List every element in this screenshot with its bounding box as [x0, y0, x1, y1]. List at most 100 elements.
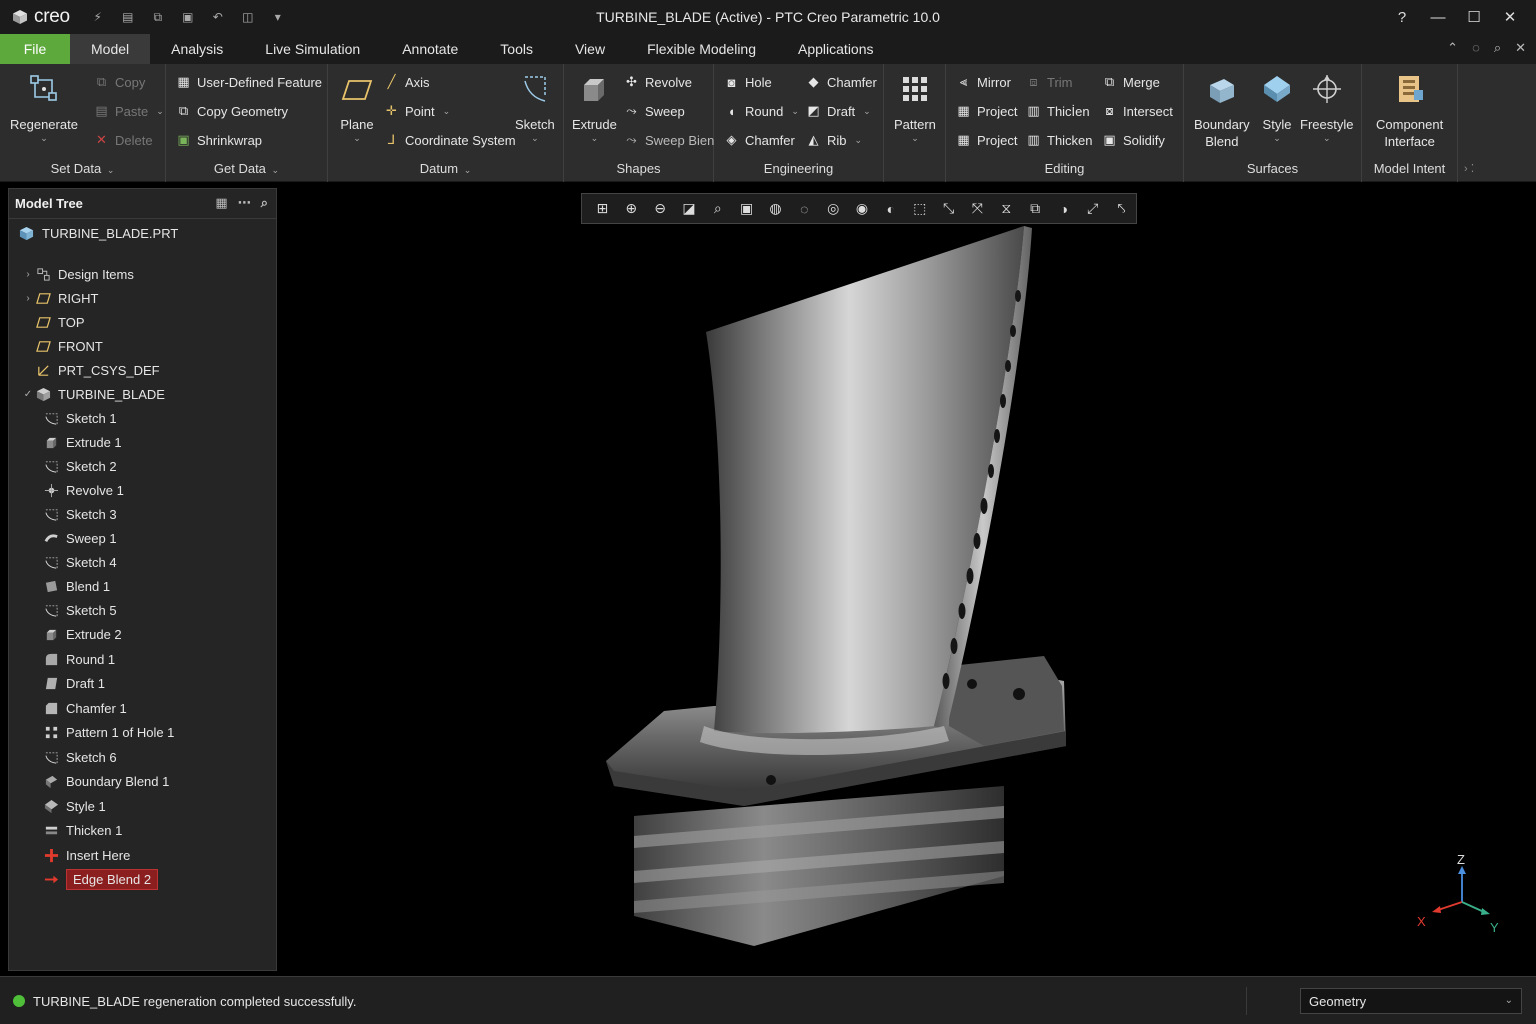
point-display-icon[interactable]: ⤧	[963, 196, 992, 222]
tree-search-icon[interactable]: ⌕	[261, 195, 268, 211]
customize-qat-icon[interactable]: ▾	[268, 10, 288, 24]
thicken-button-1[interactable]: ▥ Thicİen	[1026, 101, 1089, 121]
project-button-2[interactable]: ▦ Project	[956, 130, 1017, 150]
tab-annotate[interactable]: Annotate	[381, 34, 479, 64]
freestyle-dropdown-icon[interactable]: ⌄	[1323, 133, 1331, 143]
turbine-blade-model[interactable]	[284, 186, 1536, 976]
plane-display-icon[interactable]: ⬚	[905, 196, 934, 222]
rib-button[interactable]: ◭ Rib ⌄	[806, 130, 863, 150]
csys-display-icon[interactable]: ⧖	[992, 196, 1021, 222]
close-icon[interactable]: ✕	[1492, 4, 1528, 30]
sketch-dropdown-icon[interactable]: ⌄	[531, 133, 539, 143]
collapse-ribbon-icon[interactable]: ⌃	[1447, 40, 1458, 56]
sync-icon[interactable]: ◌	[1472, 40, 1480, 56]
component-interface-button[interactable]: Component Interface	[1376, 72, 1443, 150]
tree-item[interactable]: Sketch 1	[43, 407, 117, 429]
refit-icon[interactable]: ⊞	[588, 196, 617, 222]
search-command-icon[interactable]: ⌕	[1494, 40, 1501, 56]
ribbon-close-icon[interactable]: ✕	[1515, 40, 1526, 56]
tree-item[interactable]: TOP	[21, 311, 85, 333]
display-style-icon[interactable]: ▣	[732, 196, 761, 222]
udf-button[interactable]: ▦ User-Defined Feature	[176, 72, 322, 92]
tree-item[interactable]: Blend 1	[43, 575, 110, 597]
tree-item[interactable]: Chamfer 1	[43, 697, 127, 719]
measure-icon[interactable]: ⤢	[1078, 196, 1107, 222]
tree-item[interactable]: Extrude 1	[43, 431, 122, 453]
shading-icon[interactable]: ◐	[876, 196, 905, 222]
freestyle-button[interactable]: Freestyle ⌄	[1300, 72, 1353, 143]
extrude-dropdown-icon[interactable]: ⌄	[591, 133, 599, 143]
round-button[interactable]: ◖ Round ⌄	[724, 101, 799, 121]
appearance-icon[interactable]: ◍	[761, 196, 790, 222]
style-dropdown-icon[interactable]: ⌄	[1273, 133, 1281, 143]
tree-item[interactable]: Extrude 2	[43, 623, 122, 645]
tree-item[interactable]: Sketch 3	[43, 503, 117, 525]
tree-item[interactable]: Sketch 2	[43, 455, 117, 477]
tree-item[interactable]: › RIGHT	[21, 287, 98, 309]
new-file-icon[interactable]: ▤	[118, 10, 138, 24]
copy-geometry-button[interactable]: ⧉ Copy Geometry	[176, 101, 288, 121]
csys-button[interactable]: ⅃ Coordinate System	[384, 130, 516, 150]
pattern-dropdown-icon[interactable]: ⌄	[911, 133, 919, 143]
trim-button[interactable]: ⧈ Trim	[1026, 72, 1072, 92]
tree-display-icon[interactable]: ⤣	[1107, 196, 1136, 222]
chamfer-button-right[interactable]: ◆ Chamfer	[806, 72, 877, 92]
tree-item[interactable]: Pattern 1 of Hole 1	[43, 721, 174, 743]
repaint-icon[interactable]: ◪	[675, 196, 704, 222]
tree-item[interactable]: Insert Here	[43, 844, 130, 866]
tree-item[interactable]: Sweep 1	[43, 527, 117, 549]
maximize-icon[interactable]: ☐	[1456, 4, 1492, 30]
zoom-in-icon[interactable]: ⊕	[617, 196, 646, 222]
group-label-operations[interactable]: Set Data ⌄	[0, 161, 165, 176]
expand-toggle-icon[interactable]: ›	[21, 293, 35, 304]
swept-blend-button[interactable]: ⤳ Sweep Bien	[624, 130, 714, 150]
mirror-button[interactable]: ⫷ Mirror	[956, 72, 1011, 92]
tree-item[interactable]: ✓ TURBINE_BLADE	[21, 383, 165, 405]
tree-item[interactable]: Boundary Blend 1	[43, 770, 169, 792]
selection-filter-dropdown[interactable]: Geometry ⌄	[1300, 988, 1522, 1014]
tree-item[interactable]: Sketch 6	[43, 746, 117, 768]
pattern-button[interactable]: Pattern ⌄	[894, 72, 936, 143]
graphics-viewport[interactable]: ⊞ ⊕ ⊖ ◪ ⌕ ▣ ◍ ◌ ◎ ◉ ◐ ⬚ ⤡ ⤧ ⧖ ⧉ ◑ ⤢ ⤣ Z …	[284, 186, 1536, 976]
tree-root[interactable]: TURBINE_BLADE.PRT	[19, 226, 178, 241]
group-label-get-data[interactable]: Get Data ⌄	[166, 161, 327, 176]
tree-item[interactable]: Revolve 1	[43, 479, 124, 501]
undo-icon[interactable]: ↶	[208, 10, 228, 24]
hole-button[interactable]: ◙ Hole	[724, 72, 772, 92]
tab-view[interactable]: View	[554, 34, 626, 64]
window-icon[interactable]: ◫	[238, 10, 258, 24]
tab-model[interactable]: Model	[70, 34, 151, 64]
plane-dropdown-icon[interactable]: ⌄	[353, 133, 361, 143]
regenerate-dropdown-icon[interactable]: ⌄	[40, 133, 48, 143]
expand-toggle-icon[interactable]: ✓	[21, 389, 35, 400]
help-icon[interactable]: ?	[1384, 4, 1420, 30]
annotation-display-icon[interactable]: ⧉	[1021, 196, 1050, 222]
tree-item[interactable]: Thicken 1	[43, 819, 122, 841]
zoom-out-icon[interactable]: ⊖	[646, 196, 675, 222]
minimize-icon[interactable]: —	[1420, 4, 1456, 30]
paste-button[interactable]: ▤ Paste ⌄	[94, 101, 163, 121]
tab-tools[interactable]: Tools	[479, 34, 554, 64]
revolve-button[interactable]: ✣ Revolve	[624, 72, 692, 92]
perspective-icon[interactable]: ◎	[819, 196, 848, 222]
section-view-icon[interactable]: ◑	[1050, 196, 1079, 222]
spin-center-icon[interactable]: ◉	[848, 196, 877, 222]
tree-item[interactable]: Sketch 5	[43, 599, 117, 621]
tree-filter-icon[interactable]: ⋯	[238, 195, 251, 211]
group-label-datum[interactable]: Datum ⌄	[328, 161, 563, 176]
tree-item[interactable]: Draft 1	[43, 672, 105, 694]
tab-file[interactable]: File	[0, 34, 70, 64]
merge-button[interactable]: ⧉ Merge	[1102, 72, 1160, 92]
open-file-icon[interactable]: ⧉	[148, 10, 168, 25]
delete-button[interactable]: ✕ Delete	[94, 130, 153, 150]
solidify-button[interactable]: ▣ Solidify	[1102, 130, 1165, 150]
draft-button[interactable]: ◩ Draft ⌄	[806, 101, 870, 121]
tab-analysis[interactable]: Analysis	[150, 34, 244, 64]
project-button-1[interactable]: ▦ Project	[956, 101, 1017, 121]
expand-toggle-icon[interactable]: ›	[21, 269, 35, 280]
axis-display-icon[interactable]: ⤡	[934, 196, 963, 222]
regenerate-button[interactable]: Regenerate ⌄	[10, 72, 78, 143]
view-manager-icon[interactable]: ◌	[790, 196, 819, 222]
tree-item[interactable]: Edge Blend 2	[43, 868, 159, 890]
boundary-blend-button[interactable]: Boundary Blend	[1194, 72, 1250, 150]
